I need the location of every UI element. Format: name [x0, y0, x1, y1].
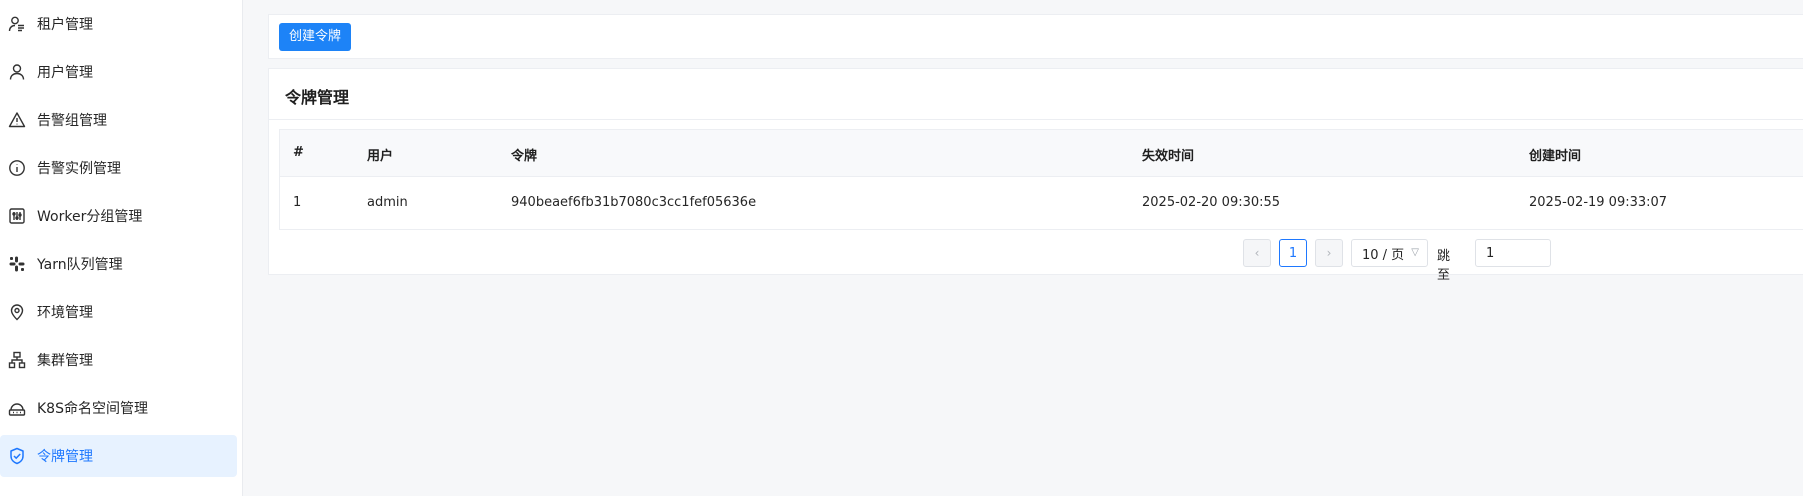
jump-page-input[interactable] [1475, 239, 1551, 267]
divider [269, 119, 1803, 120]
location-pin-icon [8, 303, 26, 321]
cluster-icon [8, 351, 26, 369]
chevron-right-icon: › [1326, 246, 1332, 260]
cell-index: 1 [293, 195, 302, 210]
token-table: # 用户 令牌 失效时间 创建时间 1 admin 940beaef6fb31b… [279, 129, 1803, 230]
column-header-user: 用户 [367, 149, 394, 164]
sidebar-item-environment[interactable]: 环境管理 [0, 291, 237, 333]
page-number[interactable]: 1 [1279, 239, 1307, 267]
sidebar-item-worker-group[interactable]: Worker分组管理 [0, 195, 237, 237]
sidebar-item-user[interactable]: 用户管理 [0, 51, 237, 93]
cell-create-time: 2025-02-19 09:33:07 [1529, 195, 1668, 210]
sidebar: 租户管理 用户管理 告警组管理 告警实例管理 Worker分组管理 Yarn队列… [0, 0, 243, 496]
cell-expire-time: 2025-02-20 09:30:55 [1142, 195, 1281, 210]
page-size-select[interactable]: 10 / 页 ▽ [1351, 239, 1428, 267]
prev-page-button[interactable]: ‹ [1243, 239, 1271, 267]
sidebar-item-yarn-queue[interactable]: Yarn队列管理 [0, 243, 237, 285]
tenant-icon [8, 15, 26, 33]
next-page-button[interactable]: › [1315, 239, 1343, 267]
cell-token: 940beaef6fb31b7080c3cc1fef05636e [511, 195, 757, 210]
warning-icon [8, 111, 26, 129]
column-header-expire-time: 失效时间 [1142, 149, 1195, 164]
sidebar-item-label: 告警组管理 [37, 113, 107, 129]
page-title: 令牌管理 [285, 88, 350, 107]
jump-label: 跳至 [1437, 249, 1451, 283]
table-header: # 用户 令牌 失效时间 创建时间 [280, 130, 1803, 177]
toolbar: 创建令牌 [268, 14, 1803, 59]
shield-check-icon [8, 447, 26, 465]
main-content: 创建令牌 令牌管理 # 用户 令牌 失效时间 创建时间 1 admin 940b… [268, 0, 1803, 496]
sidebar-item-label: 用户管理 [37, 65, 93, 81]
table-row: 1 admin 940beaef6fb31b7080c3cc1fef05636e… [280, 177, 1803, 229]
chevron-left-icon: ‹ [1254, 246, 1260, 260]
sidebar-item-token[interactable]: 令牌管理 [0, 435, 237, 477]
column-header-create-time: 创建时间 [1529, 149, 1582, 164]
column-header-token: 令牌 [511, 149, 538, 164]
chevron-down-icon: ▽ [1411, 247, 1419, 258]
user-icon [8, 63, 26, 81]
sidebar-item-alert-group[interactable]: 告警组管理 [0, 99, 237, 141]
token-card: 令牌管理 # 用户 令牌 失效时间 创建时间 1 admin 940beaef6… [268, 68, 1803, 283]
sidebar-item-label: Worker分组管理 [37, 209, 143, 225]
sidebar-item-label: 集群管理 [37, 353, 93, 369]
sidebar-item-label: 租户管理 [37, 17, 93, 33]
info-icon [8, 159, 26, 177]
yarn-queue-icon [8, 255, 26, 273]
sidebar-item-cluster[interactable]: 集群管理 [0, 339, 237, 381]
create-token-button[interactable]: 创建令牌 [279, 23, 352, 51]
sidebar-item-alert-instance[interactable]: 告警实例管理 [0, 147, 237, 189]
sidebar-item-label: 令牌管理 [37, 449, 93, 465]
sidebar-item-label: 环境管理 [37, 305, 93, 321]
cell-user: admin [367, 195, 408, 210]
sidebar-item-label: 告警实例管理 [37, 161, 121, 177]
sidebar-item-label: K8S命名空间管理 [37, 401, 148, 417]
column-header-index: # [293, 145, 304, 160]
sidebar-item-k8s-namespace[interactable]: K8S命名空间管理 [0, 387, 237, 429]
page-size-value: 10 / 页 [1362, 247, 1405, 263]
k8s-namespace-icon [8, 399, 26, 417]
worker-group-icon [8, 207, 26, 225]
sidebar-item-tenant[interactable]: 租户管理 [0, 3, 237, 45]
sidebar-item-label: Yarn队列管理 [37, 257, 123, 273]
